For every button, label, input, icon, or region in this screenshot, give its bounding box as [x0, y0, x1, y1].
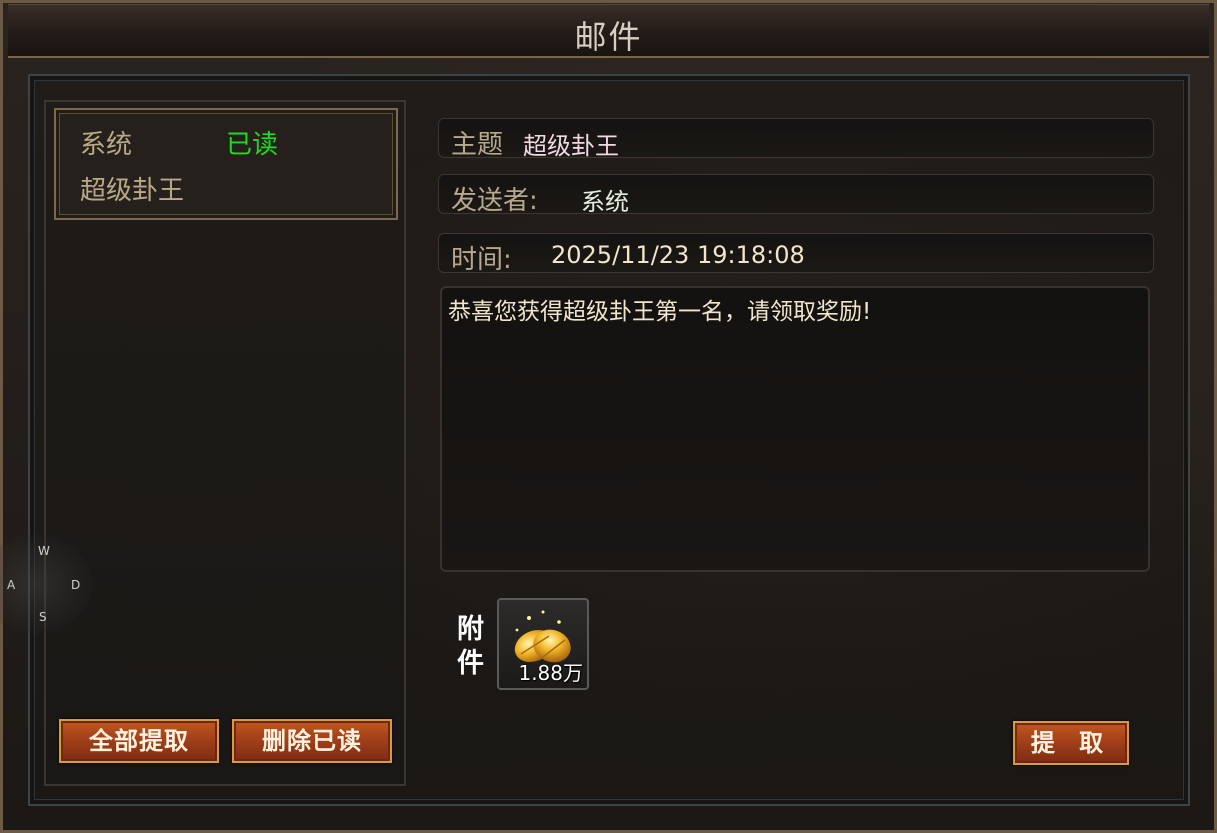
- sender-field: 发送者: 系统: [438, 174, 1154, 216]
- time-value: 2025/11/23 19:18:08: [551, 241, 805, 269]
- mail-list-item[interactable]: 系统 已读 超级卦王: [54, 108, 398, 220]
- window-title: 邮件: [574, 18, 643, 56]
- subject-field: 主题 超级卦王: [438, 118, 1154, 160]
- wasd-w[interactable]: W: [38, 544, 50, 558]
- claim-button[interactable]: 提 取: [1013, 721, 1129, 765]
- mail-item-status: 已读: [226, 130, 279, 160]
- subject-label: 主题: [451, 130, 504, 160]
- time-label: 时间:: [451, 245, 512, 275]
- claim-all-button[interactable]: 全部提取: [59, 719, 219, 763]
- title-bar: 邮件: [8, 4, 1209, 58]
- delete-read-button[interactable]: 删除已读: [232, 719, 392, 763]
- subject-value: 超级卦王: [523, 132, 619, 160]
- wasd-a[interactable]: A: [7, 578, 15, 592]
- sender-value: 系统: [581, 188, 629, 216]
- mail-body-text: 恭喜您获得超级卦王第一名，请领取奖励!: [448, 299, 872, 325]
- wasd-d[interactable]: D: [71, 578, 80, 592]
- attachment-label: 附件: [457, 614, 484, 679]
- sender-label: 发送者:: [451, 186, 538, 216]
- attachment-count: 1.88万: [518, 661, 583, 685]
- wasd-s[interactable]: S: [39, 610, 47, 624]
- mail-item-subject: 超级卦王: [80, 176, 185, 206]
- mail-body: 恭喜您获得超级卦王第一名，请领取奖励!: [440, 286, 1150, 572]
- attachment-slot[interactable]: 1.88万: [497, 598, 589, 690]
- mail-item-sender: 系统: [80, 130, 133, 160]
- time-field: 时间: 2025/11/23 19:18:08: [438, 233, 1154, 275]
